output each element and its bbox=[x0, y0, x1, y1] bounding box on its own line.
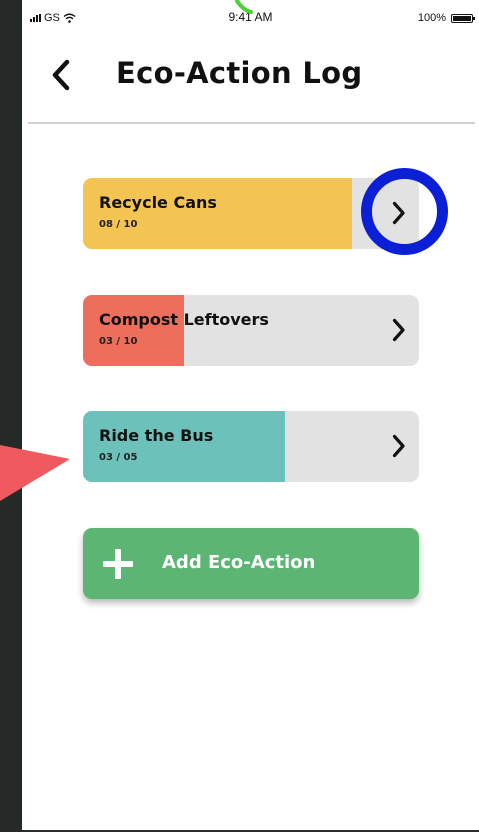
chevron-left-icon bbox=[52, 59, 70, 91]
chevron-right-icon[interactable] bbox=[389, 431, 409, 461]
status-right: 100% bbox=[417, 12, 475, 24]
header-divider bbox=[28, 122, 475, 124]
eco-action-ride-the-bus[interactable]: Ride the Bus 03 / 05 bbox=[83, 411, 419, 482]
page-title: Eco-Action Log bbox=[116, 56, 363, 90]
action-name: Compost Leftovers bbox=[99, 310, 269, 329]
phone-screen: GS 9:41 AM 100% Eco-Action Log Recycle C… bbox=[22, 0, 479, 832]
progress-fill bbox=[83, 295, 184, 366]
action-count: 08 / 10 bbox=[99, 219, 138, 230]
action-name: Recycle Cans bbox=[99, 193, 217, 212]
battery-icon bbox=[451, 13, 475, 23]
progress-fill bbox=[83, 178, 352, 249]
highlight-circle-annotation bbox=[361, 168, 448, 255]
action-count: 03 / 10 bbox=[99, 336, 138, 347]
action-name: Ride the Bus bbox=[99, 426, 214, 445]
header: Eco-Action Log bbox=[22, 50, 479, 104]
add-eco-action-button[interactable]: Add Eco-Action bbox=[83, 528, 419, 599]
battery-percent: 100% bbox=[417, 12, 446, 24]
progress-fill bbox=[83, 411, 285, 482]
chevron-right-icon[interactable] bbox=[389, 315, 409, 345]
eco-action-compost-leftovers[interactable]: Compost Leftovers 03 / 10 bbox=[83, 295, 419, 366]
back-button[interactable] bbox=[44, 58, 78, 92]
cursor-mark-icon bbox=[235, 0, 253, 14]
add-eco-action-label: Add Eco-Action bbox=[162, 552, 316, 573]
plus-icon bbox=[103, 549, 133, 579]
action-count: 03 / 05 bbox=[99, 452, 138, 463]
pointer-arrow-icon bbox=[0, 445, 70, 501]
